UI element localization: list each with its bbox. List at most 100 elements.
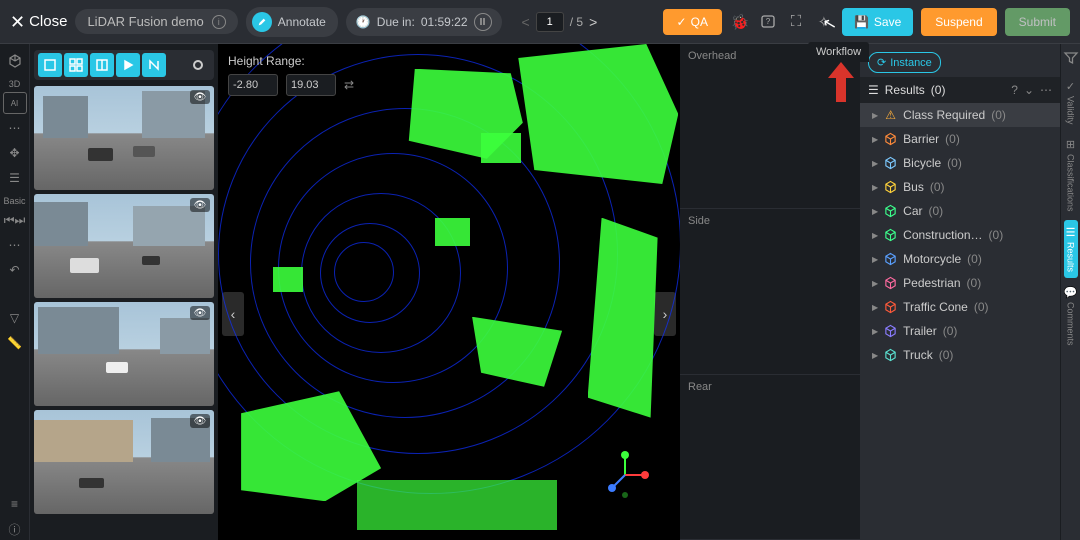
camera-thumbnails-column: 👁 👁 👁 👁 [30, 44, 218, 540]
view-single-icon[interactable] [38, 53, 62, 77]
layers-icon[interactable]: ☰ [3, 167, 27, 189]
expand-icon[interactable]: ▶ [872, 279, 878, 288]
close-icon: ✕ [10, 13, 25, 31]
next-frame-icon[interactable]: > [589, 14, 597, 30]
undo-icon[interactable]: ↶ [3, 259, 27, 281]
results-tab[interactable]: ☰Results [1064, 220, 1078, 278]
expand-icon[interactable]: ▶ [872, 303, 878, 312]
eye-icon[interactable]: 👁 [190, 306, 210, 320]
height-min-input[interactable] [228, 74, 278, 96]
help-rail-icon[interactable]: ⓘ [3, 518, 27, 540]
help-small-icon[interactable]: ? [1011, 83, 1018, 97]
instance-label: Instance [890, 57, 932, 69]
save-button[interactable]: 💾 Save [842, 8, 913, 36]
comments-tab[interactable]: 💬Comments [1062, 280, 1080, 352]
record-icon[interactable] [186, 53, 210, 77]
frame-input[interactable] [536, 12, 564, 32]
expand-icon[interactable]: ▶ [872, 231, 878, 240]
info-icon[interactable]: i [212, 15, 226, 29]
cube-3d-icon[interactable] [3, 50, 27, 72]
annotate-button[interactable]: Annotate [246, 7, 338, 37]
rear-view[interactable]: Rear [680, 375, 860, 540]
expand-icon[interactable]: ▶ [872, 183, 878, 192]
camera-thumb-2[interactable]: 👁 [34, 194, 214, 298]
top-bar: ✕ Close LiDAR Fusion demo i Annotate 🕐 D… [0, 0, 1080, 44]
move-tool-icon[interactable]: ✥ [3, 142, 27, 164]
tags-icon: ⊞ [1066, 138, 1075, 151]
lidar-canvas[interactable]: Height Range: ⇄ ‹ › [218, 44, 680, 540]
result-row[interactable]: ▶Barrier(0) [860, 127, 1060, 151]
bug-icon[interactable]: 🐞 [730, 12, 750, 32]
expand-icon[interactable]: ▶ [872, 111, 878, 120]
frame-total: / 5 [570, 15, 583, 29]
eye-icon[interactable]: 👁 [190, 90, 210, 104]
ruler-icon[interactable]: 📏 [3, 332, 27, 354]
results-label: Results [885, 83, 925, 97]
classifications-tab[interactable]: ⊞Classifications [1064, 132, 1078, 218]
cube-icon [884, 181, 897, 194]
ortho-views-column: Overhead Side Rear [680, 44, 860, 540]
side-view[interactable]: Side [680, 209, 860, 374]
more-icon[interactable]: ⋯ [3, 234, 27, 256]
rail-3d-label: 3D [9, 79, 21, 89]
eye-icon[interactable]: 👁 [190, 198, 210, 212]
result-row[interactable]: ▶Truck(0) [860, 343, 1060, 367]
camera-thumb-1[interactable]: 👁 [34, 86, 214, 190]
class-count: (0) [945, 132, 960, 146]
results-count: (0) [931, 83, 946, 97]
camera-thumb-4[interactable]: 👁 [34, 410, 214, 514]
suspend-button[interactable]: Suspend [921, 8, 996, 36]
prev-frame-icon[interactable]: < [522, 14, 530, 30]
ai-tool-icon[interactable]: AI [3, 92, 27, 114]
height-max-input[interactable] [286, 74, 336, 96]
result-row[interactable]: ▶Construction…(0) [860, 223, 1060, 247]
instance-tab[interactable]: ⟳ Instance [868, 52, 941, 73]
qa-button[interactable]: ✓ QA [663, 9, 722, 35]
filter-icon[interactable]: ▽ [3, 307, 27, 329]
result-row[interactable]: ▶Traffic Cone(0) [860, 295, 1060, 319]
result-row[interactable]: ▶Pedestrian(0) [860, 271, 1060, 295]
step-tool-icon[interactable]: ⏮⏭ [3, 209, 27, 231]
height-range-label: Height Range: [228, 54, 354, 68]
eye-icon[interactable]: 👁 [190, 414, 210, 428]
expand-icon[interactable]: ▶ [872, 207, 878, 216]
submit-button[interactable]: Submit [1005, 8, 1070, 36]
expand-icon[interactable]: ▶ [872, 255, 878, 264]
help-icon[interactable]: ? [758, 12, 778, 32]
settings-icon[interactable]: ✧ [814, 12, 834, 32]
class-count: (0) [947, 156, 962, 170]
qa-label: QA [691, 15, 708, 29]
axis-gizmo[interactable] [600, 450, 650, 500]
due-label: Due in: [377, 15, 415, 29]
workflow-tab[interactable]: Workflow [808, 42, 869, 62]
expand-icon[interactable]: ▶ [872, 351, 878, 360]
class-count: (0) [967, 252, 982, 266]
expand-icon[interactable]: ▶ [872, 159, 878, 168]
swap-icon[interactable]: ⇄ [344, 78, 354, 92]
close-label: Close [29, 13, 67, 30]
expand-icon[interactable]: ▶ [872, 327, 878, 336]
view-play-icon[interactable] [116, 53, 140, 77]
result-row[interactable]: ▶Bus(0) [860, 175, 1060, 199]
view-split-icon[interactable] [90, 53, 114, 77]
pause-icon[interactable] [474, 13, 492, 31]
validity-tab[interactable]: ✓Validity [1064, 74, 1078, 130]
sliders-icon[interactable]: ≡ [3, 493, 27, 515]
result-row[interactable]: ▶Bicycle(0) [860, 151, 1060, 175]
more-menu-icon[interactable]: ⋯ [1040, 83, 1052, 97]
expand-icon[interactable]: ▶ [872, 135, 878, 144]
cube-icon [884, 133, 897, 146]
view-n-icon[interactable] [142, 53, 166, 77]
result-row[interactable]: ▶⚠Class Required(0) [860, 103, 1060, 127]
close-button[interactable]: ✕ Close [10, 13, 67, 31]
view-grid-icon[interactable] [64, 53, 88, 77]
result-row[interactable]: ▶Car(0) [860, 199, 1060, 223]
project-title-pill[interactable]: LiDAR Fusion demo i [75, 9, 237, 34]
collapse-icon[interactable]: ⌄ [1024, 83, 1034, 97]
fullscreen-icon[interactable]: ⛶ [786, 12, 806, 32]
funnel-icon[interactable] [1063, 50, 1079, 66]
result-row[interactable]: ▶Trailer(0) [860, 319, 1060, 343]
result-row[interactable]: ▶Motorcycle(0) [860, 247, 1060, 271]
results-list: ▶⚠Class Required(0)▶Barrier(0)▶Bicycle(0… [860, 103, 1060, 540]
camera-thumb-3[interactable]: 👁 [34, 302, 214, 406]
